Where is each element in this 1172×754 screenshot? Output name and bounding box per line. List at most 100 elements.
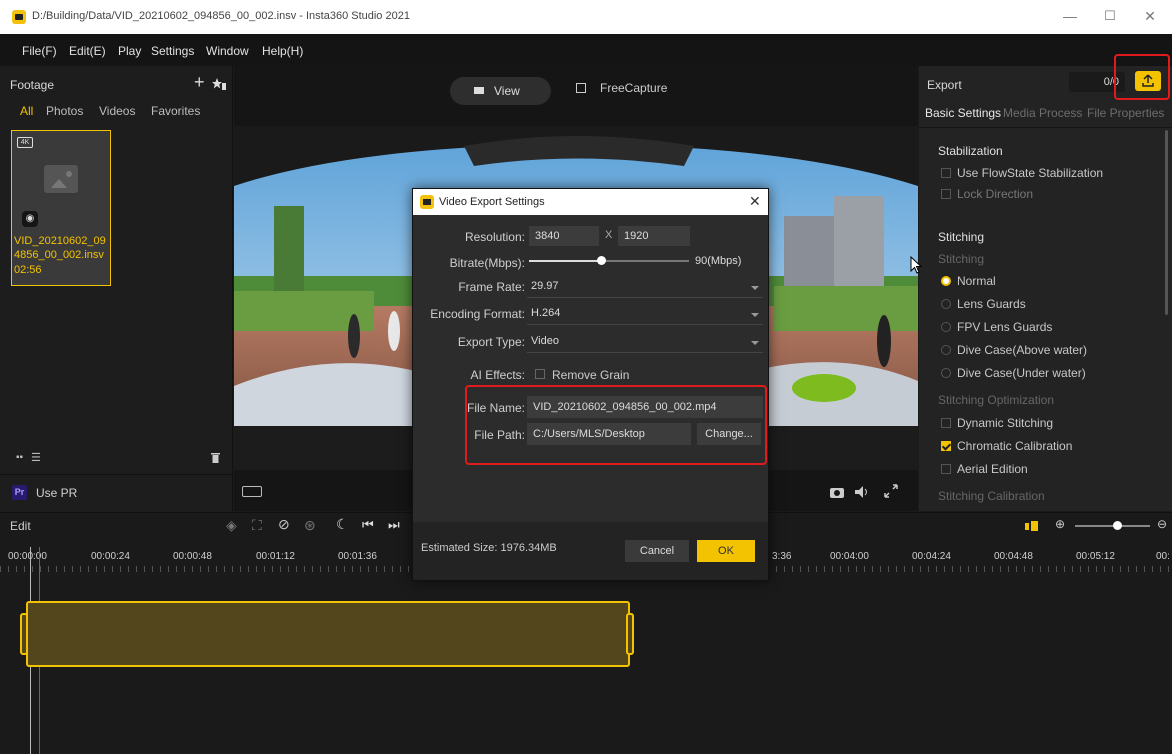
tab-videos[interactable]: Videos <box>99 104 135 118</box>
radio-fpv-lens-guards[interactable]: FPV Lens Guards <box>941 320 1052 334</box>
chevron-down-icon[interactable] <box>751 286 759 290</box>
cancel-button[interactable]: Cancel <box>625 540 689 562</box>
use-pr-label[interactable]: Use PR <box>36 486 77 500</box>
filter-star-icon[interactable] <box>212 78 226 90</box>
checkbox-box <box>941 464 951 474</box>
radio-normal[interactable]: Normal <box>941 274 996 288</box>
timeline-clip[interactable] <box>20 601 634 667</box>
tab-all[interactable]: All <box>20 104 33 118</box>
chromatic-calibration-checkbox[interactable]: Chromatic Calibration <box>941 439 1072 453</box>
divider <box>919 127 1172 128</box>
footage-item[interactable]: 4K ◉ VID_20210602_09 4856_00_002.insv 02… <box>11 130 111 286</box>
resolution-height-input[interactable]: 1920 <box>618 226 690 246</box>
freeze-icon[interactable]: ⊛ <box>304 517 316 534</box>
tab-photos[interactable]: Photos <box>46 104 83 118</box>
aspect-ratio-icon[interactable] <box>242 486 262 497</box>
timecode: 00:00:24 <box>91 551 130 562</box>
menu-window[interactable]: Window <box>206 44 249 58</box>
radio-dive-under[interactable]: Dive Case(Under water) <box>941 366 1086 380</box>
chevron-down-icon[interactable] <box>751 313 759 317</box>
chevron-down-icon[interactable] <box>751 341 759 345</box>
clip-trim-handle-left[interactable] <box>20 613 28 655</box>
clip-trim-handle-right[interactable] <box>626 613 634 655</box>
trim-start-icon[interactable]: ☾ <box>336 516 349 533</box>
annotation-highlight <box>465 385 767 465</box>
checkbox-checked <box>941 441 951 451</box>
bitrate-slider-handle[interactable] <box>597 256 606 265</box>
tab-basic-settings[interactable]: Basic Settings <box>925 106 1001 120</box>
radio-dive-under-label: Dive Case(Under water) <box>957 366 1086 380</box>
add-icon[interactable]: + <box>194 72 205 93</box>
menu-edit[interactable]: Edit(E) <box>69 44 106 58</box>
menu-play[interactable]: Play <box>118 44 141 58</box>
view-label: View <box>494 84 520 98</box>
aerial-edition-checkbox[interactable]: Aerial Edition <box>941 462 1028 476</box>
previous-frame-icon[interactable]: ⏮ <box>362 517 374 533</box>
video-export-dialog: Video Export Settings ✕ Resolution: 3840… <box>412 188 769 581</box>
lock-direction-checkbox[interactable]: Lock Direction <box>941 187 1033 201</box>
trash-icon[interactable] <box>211 452 220 463</box>
use-flowstate-checkbox[interactable]: Use FlowState Stabilization <box>941 166 1103 180</box>
grid-view-icon[interactable]: ▪▪ <box>16 452 23 463</box>
dynamic-stitching-label: Dynamic Stitching <box>957 416 1054 430</box>
radio-lens-guards-label: Lens Guards <box>957 297 1026 311</box>
zoom-in-icon[interactable]: ⊖ <box>1157 517 1167 531</box>
menu-file[interactable]: File(F) <box>22 44 57 58</box>
resolution-width-input[interactable]: 3840 <box>529 226 599 246</box>
encoding-select[interactable]: H.264 <box>531 307 560 319</box>
menu-help[interactable]: Help(H) <box>262 44 303 58</box>
use-flowstate-label: Use FlowState Stabilization <box>957 166 1104 180</box>
keyframe-icon[interactable]: ◈ <box>226 517 237 534</box>
ok-button[interactable]: OK <box>697 540 755 562</box>
zoom-slider[interactable] <box>1075 521 1150 530</box>
timecode: 00: <box>1156 551 1170 562</box>
deep-track-icon[interactable]: ⛶ <box>252 517 262 534</box>
radio-fpv-label: FPV Lens Guards <box>957 320 1053 334</box>
tab-file-properties[interactable]: File Properties <box>1087 106 1164 120</box>
divider <box>527 352 763 353</box>
next-frame-icon[interactable]: ⏭ <box>388 517 400 533</box>
dialog-close-icon[interactable]: ✕ <box>749 193 761 210</box>
minimize-button[interactable]: — <box>1060 8 1080 24</box>
footage-title: Footage <box>10 78 55 92</box>
window-title: D:/Building/Data/VID_20210602_094856_00_… <box>32 10 410 22</box>
timecode: 00:01:12 <box>256 551 295 562</box>
maximize-button[interactable]: ☐ <box>1100 8 1120 24</box>
divider <box>527 297 763 298</box>
menu-settings[interactable]: Settings <box>151 44 194 58</box>
volume-icon[interactable] <box>855 486 871 498</box>
encoding-label: Encoding Format: <box>430 307 525 321</box>
dialog-title-bar: Video Export Settings ✕ <box>413 189 768 215</box>
tab-media-process[interactable]: Media Process <box>1003 106 1082 120</box>
list-view-icon[interactable]: ☰ <box>31 451 41 464</box>
tab-favorites[interactable]: Favorites <box>151 104 200 118</box>
footage-duration: 02:56 <box>14 264 42 276</box>
remove-grain-checkbox[interactable] <box>535 369 545 379</box>
lock-direction-label: Lock Direction <box>957 187 1034 201</box>
bitrate-slider[interactable] <box>529 256 689 265</box>
export-type-select[interactable]: Video <box>531 335 559 347</box>
radio-lens-guards[interactable]: Lens Guards <box>941 297 1026 311</box>
speed-icon[interactable]: ⊘ <box>278 516 290 533</box>
radio-dot <box>941 345 951 355</box>
zoom-slider-handle[interactable] <box>1113 521 1122 530</box>
estimated-size: Estimated Size: 1976.34MB <box>421 542 557 554</box>
remove-grain-label[interactable]: Remove Grain <box>552 368 629 382</box>
framerate-select[interactable]: 29.97 <box>531 280 559 292</box>
freecapture-icon[interactable] <box>576 83 586 93</box>
checkbox-box <box>941 168 951 178</box>
view-mode-button[interactable]: View <box>450 77 551 105</box>
dynamic-stitching-checkbox[interactable]: Dynamic Stitching <box>941 416 1053 430</box>
fullscreen-icon[interactable] <box>884 484 898 498</box>
chromatic-label: Chromatic Calibration <box>957 439 1073 453</box>
timecode: 00:05:12 <box>1076 551 1115 562</box>
radio-dive-above[interactable]: Dive Case(Above water) <box>941 343 1087 357</box>
zoom-out-icon[interactable]: ⊕ <box>1055 517 1065 531</box>
footage-filename-line1: VID_20210602_09 <box>14 235 106 247</box>
freecapture-label[interactable]: FreeCapture <box>600 81 667 95</box>
snapshot-camera-icon[interactable] <box>830 486 844 498</box>
scrollbar[interactable] <box>1165 130 1168 315</box>
dialog-footer: Estimated Size: 1976.34MB Cancel OK <box>413 522 768 580</box>
marker-icon[interactable] <box>1025 521 1039 531</box>
close-button[interactable]: ✕ <box>1140 8 1160 25</box>
